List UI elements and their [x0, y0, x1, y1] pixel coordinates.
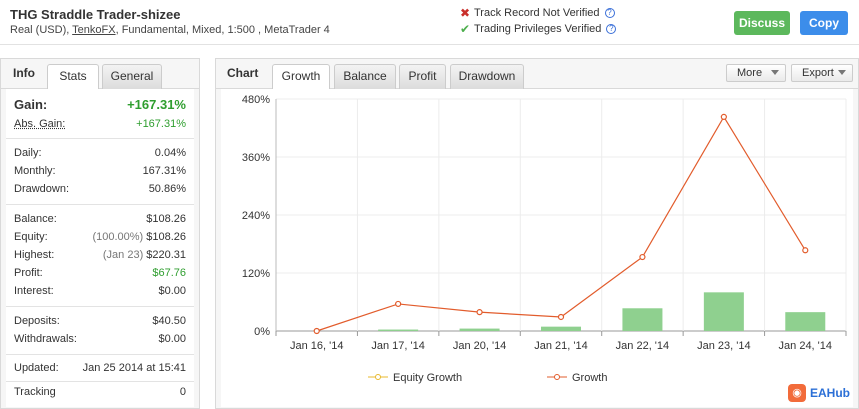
equity-growth-bar — [622, 308, 663, 331]
more-dropdown[interactable]: More — [726, 64, 786, 82]
legend-growth: Growth — [572, 372, 607, 384]
y-tick-label: 0% — [254, 326, 270, 338]
stats-list: Gain: +167.31% Abs. Gain: +167.31% Daily… — [6, 89, 194, 407]
legend-equity-growth: Equity Growth — [393, 372, 462, 384]
x-tick-label: Jan 22, '14 — [616, 340, 669, 352]
account-subtitle: Real (USD), TenkoFX, Fundamental, Mixed,… — [10, 24, 330, 36]
info-label: Info — [13, 66, 35, 80]
trading-privileges-status: ✔ Trading Privileges Verified ? — [460, 22, 617, 36]
x-tick-label: Jan 21, '14 — [534, 340, 587, 352]
x-tick-label: Jan 20, '14 — [453, 340, 506, 352]
discuss-button[interactable]: Discuss — [734, 11, 790, 35]
tab-stats[interactable]: Stats — [47, 64, 99, 90]
x-tick-label: Jan 23, '14 — [697, 340, 750, 352]
divider — [6, 204, 194, 205]
chevron-down-icon — [771, 70, 779, 75]
y-tick-label: 360% — [242, 152, 270, 164]
chevron-down-icon — [838, 70, 846, 75]
stat-tracking: Tracking 0 — [14, 386, 186, 398]
stat-abs-gain: Abs. Gain: +167.31% — [14, 118, 186, 130]
equity-growth-bar — [785, 312, 826, 331]
growth-point — [395, 300, 402, 308]
growth-point — [639, 253, 646, 261]
tab-growth[interactable]: Growth — [272, 64, 330, 90]
stat-profit: Profit: $67.76 — [14, 267, 186, 279]
divider — [6, 138, 194, 139]
tab-profit[interactable]: Profit — [399, 64, 446, 89]
chart-tabs: Chart Growth Balance Profit Drawdown Mor… — [216, 59, 858, 90]
tab-drawdown[interactable]: Drawdown — [450, 64, 524, 89]
trading-privileges-label: Trading Privileges Verified — [474, 23, 602, 35]
checkmark-icon: ✔ — [460, 22, 471, 36]
equity-growth-bar — [459, 328, 500, 331]
divider — [6, 306, 194, 307]
equity-growth-bar — [703, 292, 744, 331]
growth-point — [557, 313, 565, 321]
account-title: THG Straddle Trader-shizee — [10, 7, 181, 22]
broker-link[interactable]: TenkoFX — [72, 24, 115, 36]
stat-monthly: Monthly: 167.31% — [14, 165, 186, 177]
info-panel: Info Stats General Gain: +167.31% Abs. G… — [0, 58, 200, 409]
stat-interest: Interest: $0.00 — [14, 285, 186, 297]
stat-drawdown: Drawdown: 50.86% — [14, 183, 186, 195]
legend-growth-marker — [554, 374, 560, 380]
equity-growth-bar — [541, 326, 581, 331]
growth-point — [802, 247, 809, 254]
stat-equity: Equity: (100.00%) $108.26 — [14, 231, 186, 243]
eahub-logo-icon: ◉ — [788, 384, 806, 402]
chart-panel: Chart Growth Balance Profit Drawdown Mor… — [215, 58, 859, 409]
x-tick-label: Jan 16, '14 — [290, 340, 343, 352]
stat-deposits: Deposits: $40.50 — [14, 315, 186, 327]
help-icon[interactable]: ? — [604, 8, 615, 18]
export-dropdown[interactable]: Export — [791, 64, 853, 82]
help-icon[interactable]: ? — [606, 24, 617, 34]
account-type: Real (USD), — [10, 24, 70, 36]
track-record-status: ✖ Track Record Not Verified ? — [460, 6, 615, 20]
stat-highest: Highest: (Jan 23) $220.31 — [14, 249, 186, 261]
stat-daily: Daily: 0.04% — [14, 147, 186, 159]
cross-icon: ✖ — [460, 6, 471, 20]
account-header: THG Straddle Trader-shizee Real (USD), T… — [0, 0, 859, 45]
account-details: , Fundamental, Mixed, 1:500 , MetaTrader… — [115, 24, 330, 36]
eahub-logo: ◉ EAHub — [788, 383, 850, 403]
legend-equity-marker — [375, 374, 381, 380]
y-tick-label: 240% — [242, 210, 270, 222]
divider — [6, 354, 194, 355]
y-tick-label: 120% — [242, 268, 270, 280]
stat-gain: Gain: +167.31% — [14, 97, 186, 112]
stat-withdrawals: Withdrawals: $0.00 — [14, 333, 186, 345]
chart-area: 0% 120% 240% 360% 480% Jan 16, '14 Jan 17, '14… — [221, 89, 853, 407]
growth-chart[interactable]: 0% 120% 240% 360% 480% Jan 16, '14 Jan 17, '14… — [221, 89, 853, 407]
tab-general[interactable]: General — [102, 64, 162, 89]
tab-balance[interactable]: Balance — [334, 64, 396, 89]
x-tick-label: Jan 24, '14 — [779, 340, 832, 352]
divider — [6, 381, 194, 382]
x-tick-label: Jan 17, '14 — [371, 340, 424, 352]
growth-point — [476, 309, 483, 316]
growth-point — [720, 113, 727, 120]
stat-balance: Balance: $108.26 — [14, 213, 186, 225]
copy-button[interactable]: Copy — [800, 11, 848, 35]
stat-updated: Updated: Jan 25 2014 at 15:41 — [14, 362, 186, 374]
info-tabs: Info Stats General — [1, 59, 199, 90]
chart-label: Chart — [227, 66, 259, 80]
y-tick-label: 480% — [242, 94, 270, 106]
growth-point — [313, 327, 320, 335]
equity-growth-bar — [378, 329, 419, 331]
track-record-label: Track Record Not Verified — [474, 7, 600, 19]
